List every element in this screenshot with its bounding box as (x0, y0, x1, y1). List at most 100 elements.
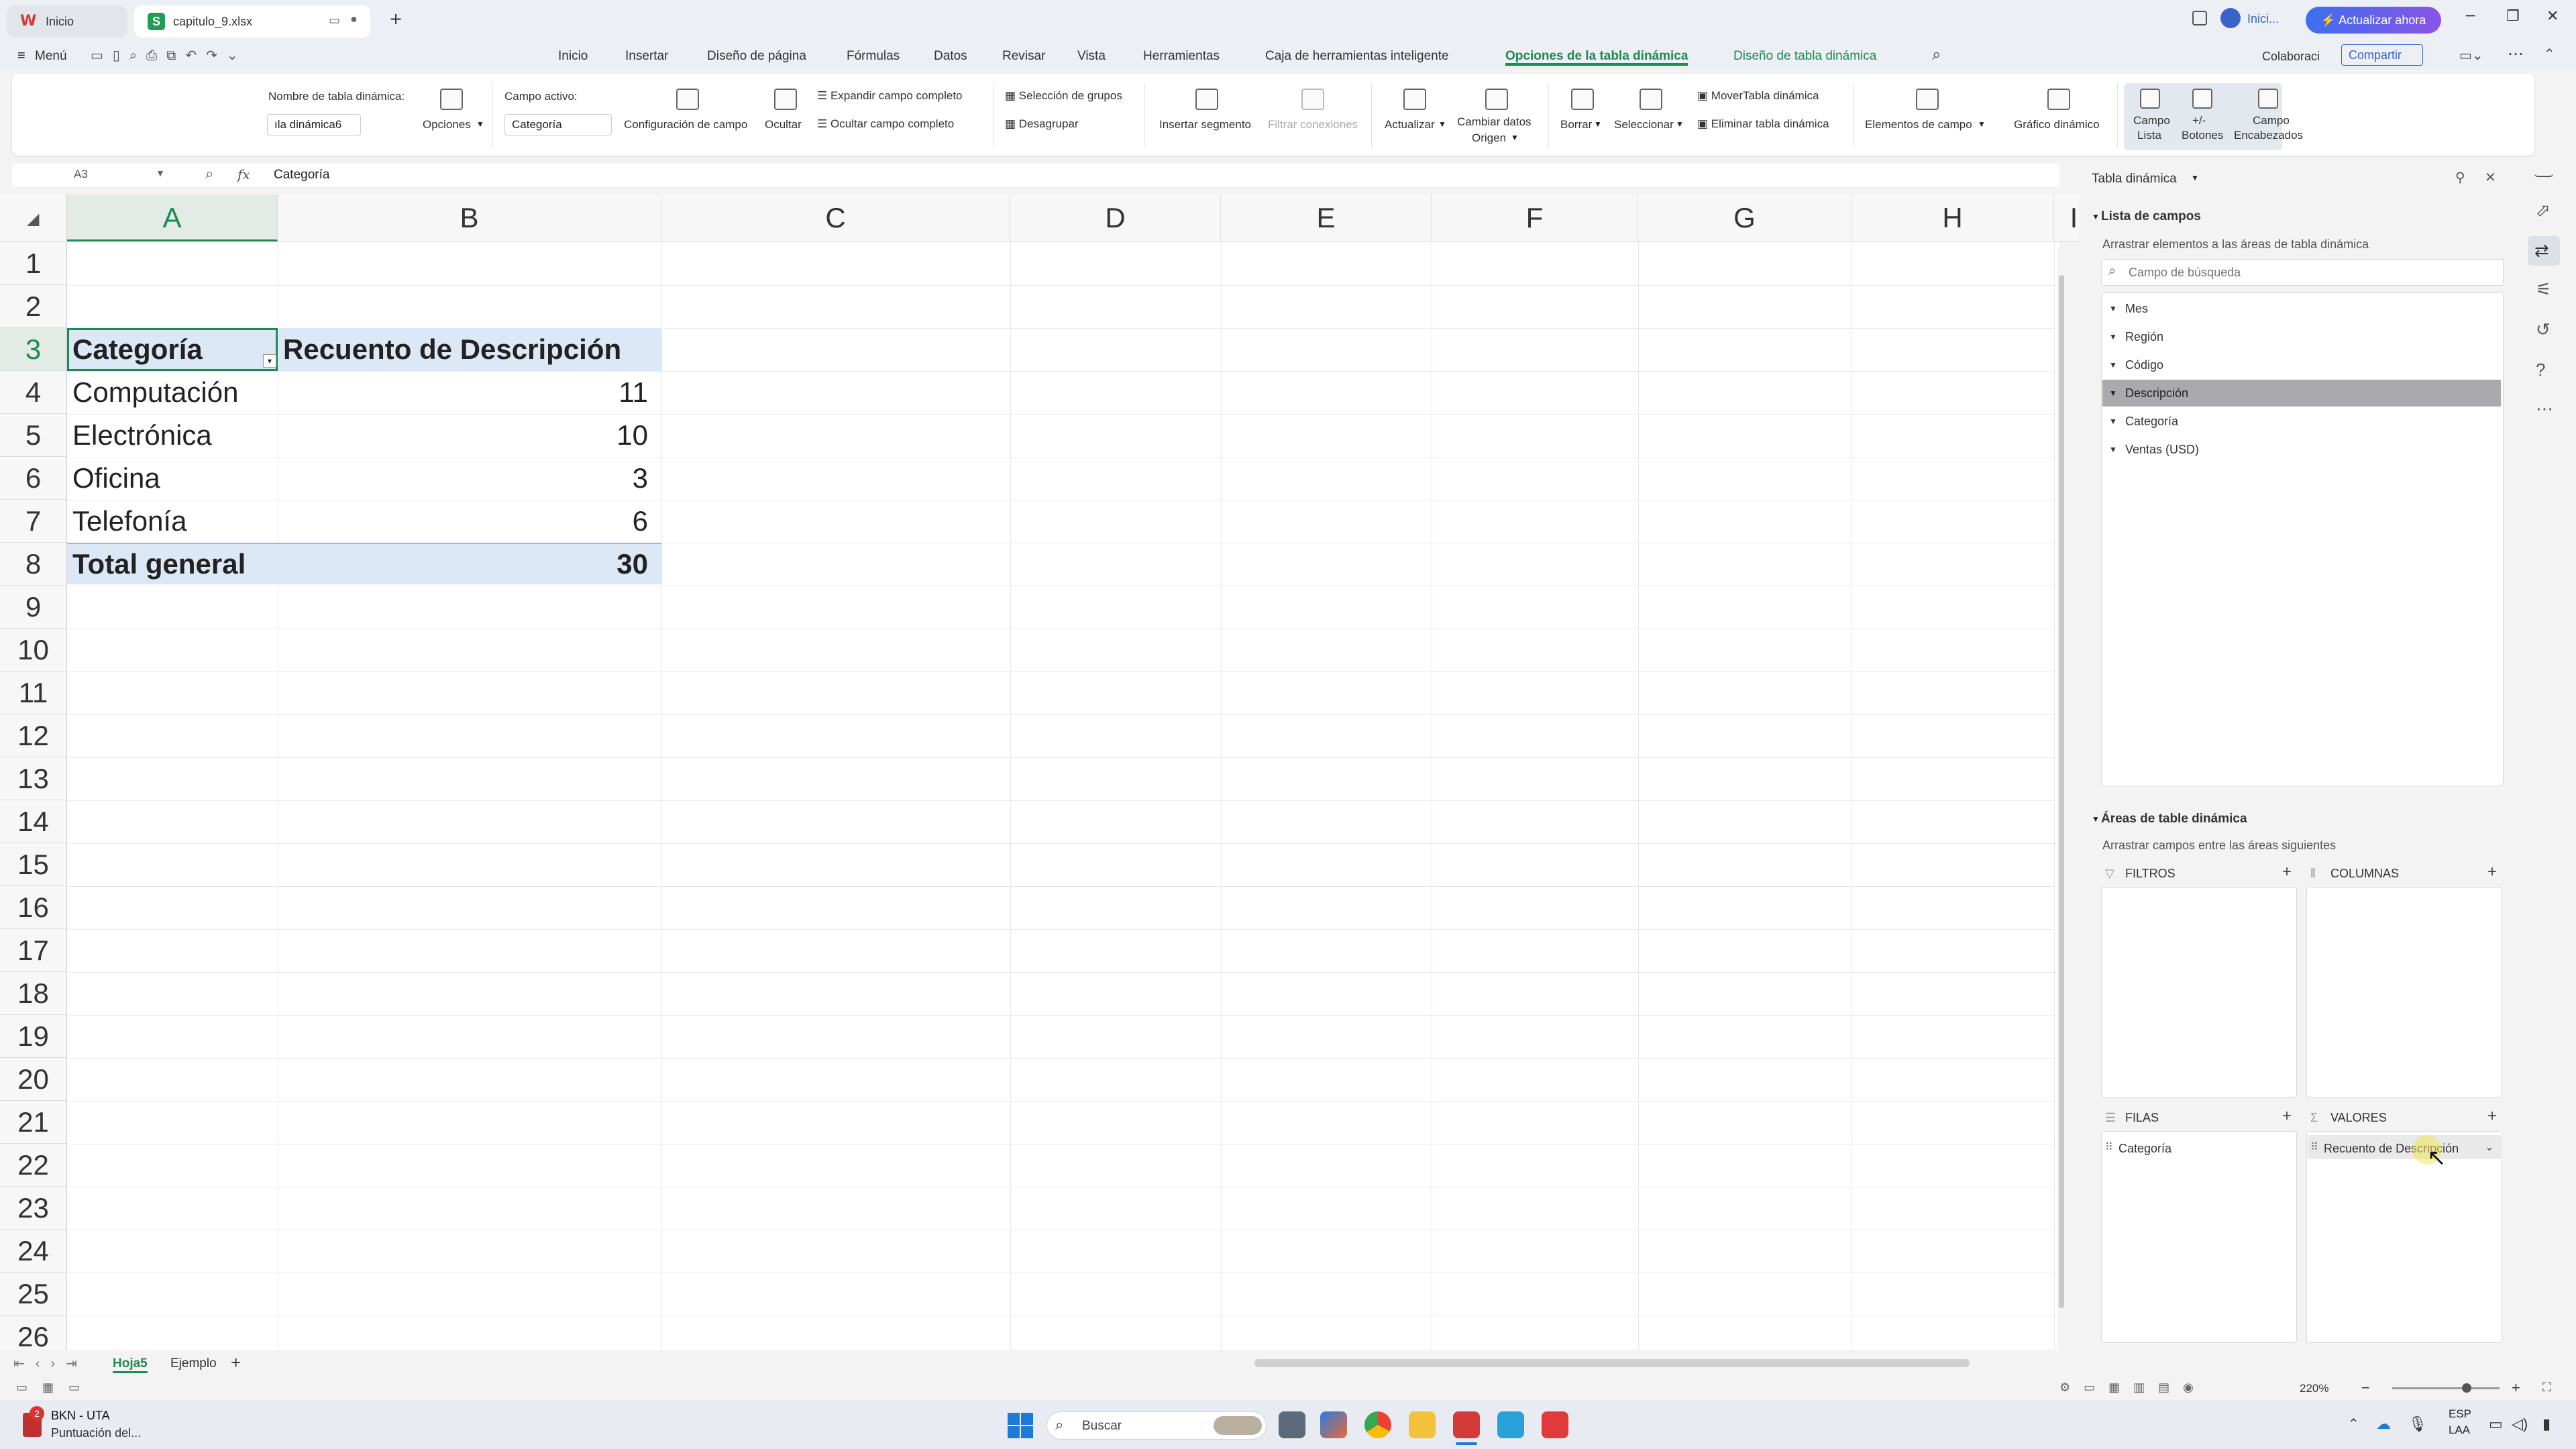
chevron-down-icon[interactable]: ▼ (2092, 212, 2100, 221)
row-header-4[interactable]: 4 (0, 371, 67, 414)
row-header-22[interactable]: 22 (0, 1144, 67, 1187)
field-item[interactable]: ▼ Ventas (USD) (2102, 436, 2501, 463)
group-selection-button[interactable]: ▦ Selección de grupos (1005, 89, 1122, 103)
move-pivot-button[interactable]: ▣ MoverTabla dinámica (1697, 89, 1819, 103)
chevron-down-icon[interactable]: ▼ (2109, 295, 2117, 322)
field-search-input[interactable] (2129, 264, 2491, 281)
fullscreen-icon[interactable]: ⛶ (2542, 1381, 2551, 1395)
horizontal-scrollbar[interactable] (1254, 1359, 1970, 1367)
change-source-button[interactable]: Cambiar datos (1457, 115, 1532, 129)
tab-file[interactable]: S capitulo_9.xlsx ▭ ● (134, 5, 370, 38)
keyboard-layout[interactable]: LAA (2449, 1424, 2470, 1437)
row-header-2[interactable]: 2 (0, 285, 67, 328)
file-explorer-icon[interactable] (1409, 1411, 1436, 1438)
vertical-scrollbar[interactable] (2057, 248, 2066, 1348)
row-header-13[interactable]: 13 (0, 757, 67, 800)
pivot-header-count[interactable]: Recuento de Descripción (278, 328, 661, 371)
field-item[interactable]: ▼ Categoría (2102, 408, 2501, 435)
values-area[interactable] (2306, 1131, 2502, 1343)
close-panel-icon[interactable]: ✕ (2485, 169, 2496, 186)
copilot-icon[interactable] (1320, 1411, 1347, 1438)
row-header-15[interactable]: 15 (0, 843, 67, 886)
field-item[interactable]: ▼ Mes (2102, 295, 2501, 322)
column-header-e[interactable]: E (1221, 195, 1432, 241)
pivot-chart-button[interactable]: Gráfico dinámico (2014, 118, 2100, 131)
menu-button[interactable]: Menú (35, 47, 67, 66)
close-button[interactable]: ✕ (2546, 8, 2559, 25)
row-header-3[interactable]: 3 (0, 328, 67, 371)
sliders-icon[interactable]: ⚟ (2536, 279, 2551, 300)
row-header-8[interactable]: 8 (0, 543, 67, 586)
row-header-24[interactable]: 24 (0, 1230, 67, 1273)
pivot-count-cell[interactable]: 10 (278, 414, 661, 457)
pointer-tool-icon[interactable]: ⬀ (2536, 200, 2551, 221)
drag-handle-icon[interactable]: ⠿ (2310, 1140, 2318, 1154)
more-icon[interactable]: ⋯ (2508, 44, 2524, 64)
pivot-category-cell[interactable]: Computación (67, 371, 278, 414)
row-header-21[interactable]: 21 (0, 1101, 67, 1144)
search-icon[interactable]: ⌕ (1932, 46, 1941, 64)
chevron-down-icon[interactable]: ▼ (2109, 380, 2117, 407)
row-header-5[interactable]: 5 (0, 414, 67, 457)
more-options-icon[interactable]: ⋯ (2536, 398, 2553, 419)
chevron-down-icon[interactable]: ▼ (2191, 173, 2199, 182)
rows-area[interactable] (2101, 1131, 2297, 1343)
notification-title[interactable]: BKN - UTA (51, 1409, 110, 1423)
battery-icon[interactable]: ▮ (2542, 1415, 2551, 1433)
insert-slicer-button[interactable]: Insertar segmento (1159, 118, 1251, 131)
tab-diseno-tabla-dinamica[interactable]: Diseño de tabla dinámica (1733, 47, 1876, 66)
collapse-ribbon-icon[interactable]: ⌃ (2544, 46, 2555, 62)
status-left-icons[interactable]: ▭▦▭ (16, 1381, 95, 1395)
row-header-25[interactable]: 25 (0, 1273, 67, 1316)
zoom-in-button[interactable]: + (2512, 1379, 2520, 1397)
buttons-toggle[interactable]: +/- (2192, 114, 2206, 127)
row-header-23[interactable]: 23 (0, 1187, 67, 1230)
expand-field-button[interactable]: ☰ Expandir campo completo (817, 89, 963, 103)
sheet-nav-icons[interactable]: ⇤‹›⇥ (13, 1355, 88, 1372)
tab-caja-herramientas[interactable]: Caja de herramientas inteligente (1265, 47, 1449, 66)
add-row-button[interactable]: + (2282, 1107, 2292, 1126)
active-field-input[interactable]: Categoría (504, 114, 612, 136)
row-header-20[interactable]: 20 (0, 1058, 67, 1101)
drag-handle-icon[interactable]: ⠿ (2105, 1140, 2113, 1154)
row-header-9[interactable]: 9 (0, 586, 67, 629)
hide-button[interactable]: Ocultar (765, 118, 802, 131)
ungroup-button[interactable]: ▦ Desagrupar (1005, 117, 1079, 131)
tab-datos[interactable]: Datos (934, 47, 967, 66)
delete-pivot-button[interactable]: ▣ Eliminar tabla dinámica (1697, 117, 1829, 131)
column-header-g[interactable]: G (1638, 195, 1851, 241)
minimize-button[interactable]: ─ (2466, 8, 2475, 25)
view-mode-icons[interactable]: ⚙▭▦▥▤◉ (2059, 1381, 2207, 1395)
formula-input[interactable]: Categoría (274, 168, 329, 182)
network-icon[interactable]: ▭ (2489, 1415, 2503, 1433)
row-header-16[interactable]: 16 (0, 886, 67, 929)
task-view-icon[interactable] (1279, 1411, 1305, 1438)
red-app-icon[interactable] (1542, 1411, 1568, 1438)
filters-area[interactable] (2101, 887, 2297, 1097)
chevron-down-icon[interactable]: ▼ (2109, 352, 2117, 378)
pivot-panel-toggle[interactable]: ⇄ (2528, 236, 2560, 266)
pivot-count-cell[interactable]: 11 (278, 371, 661, 414)
unsaved-dot-icon[interactable]: ● (350, 12, 358, 26)
tab-inicio[interactable]: Inicio (558, 47, 588, 66)
tab-insertar[interactable]: Insertar (625, 47, 668, 66)
zoom-out-button[interactable]: − (2361, 1379, 2370, 1397)
pin-icon[interactable]: ⚲ (2455, 169, 2465, 186)
tab-home[interactable]: W Inicio (7, 5, 127, 38)
avatar[interactable] (2220, 8, 2241, 28)
comment-icon[interactable]: ▭⌄ (2459, 47, 2483, 64)
column-header-d[interactable]: D (1010, 195, 1221, 241)
chevron-up-icon[interactable]: ⌃ (2348, 1415, 2359, 1432)
share-button[interactable]: Compartir (2341, 44, 2423, 66)
add-value-button[interactable]: + (2487, 1107, 2497, 1126)
sheet-tab-hoja5[interactable]: Hoja5 (113, 1356, 148, 1373)
field-items-button[interactable]: Elementos de campo (1865, 118, 1972, 131)
microphone-icon[interactable]: 🎙 (2408, 1415, 2427, 1433)
add-column-button[interactable]: + (2487, 863, 2497, 881)
field-headers-toggle[interactable]: Campo (2253, 114, 2290, 127)
chevron-down-icon[interactable]: ▼ (2092, 814, 2100, 824)
sheet-tab-ejemplo[interactable]: Ejemplo (170, 1356, 217, 1371)
add-filter-button[interactable]: + (2282, 863, 2292, 881)
row-header-10[interactable]: 10 (0, 629, 67, 672)
columns-area[interactable] (2306, 887, 2502, 1097)
